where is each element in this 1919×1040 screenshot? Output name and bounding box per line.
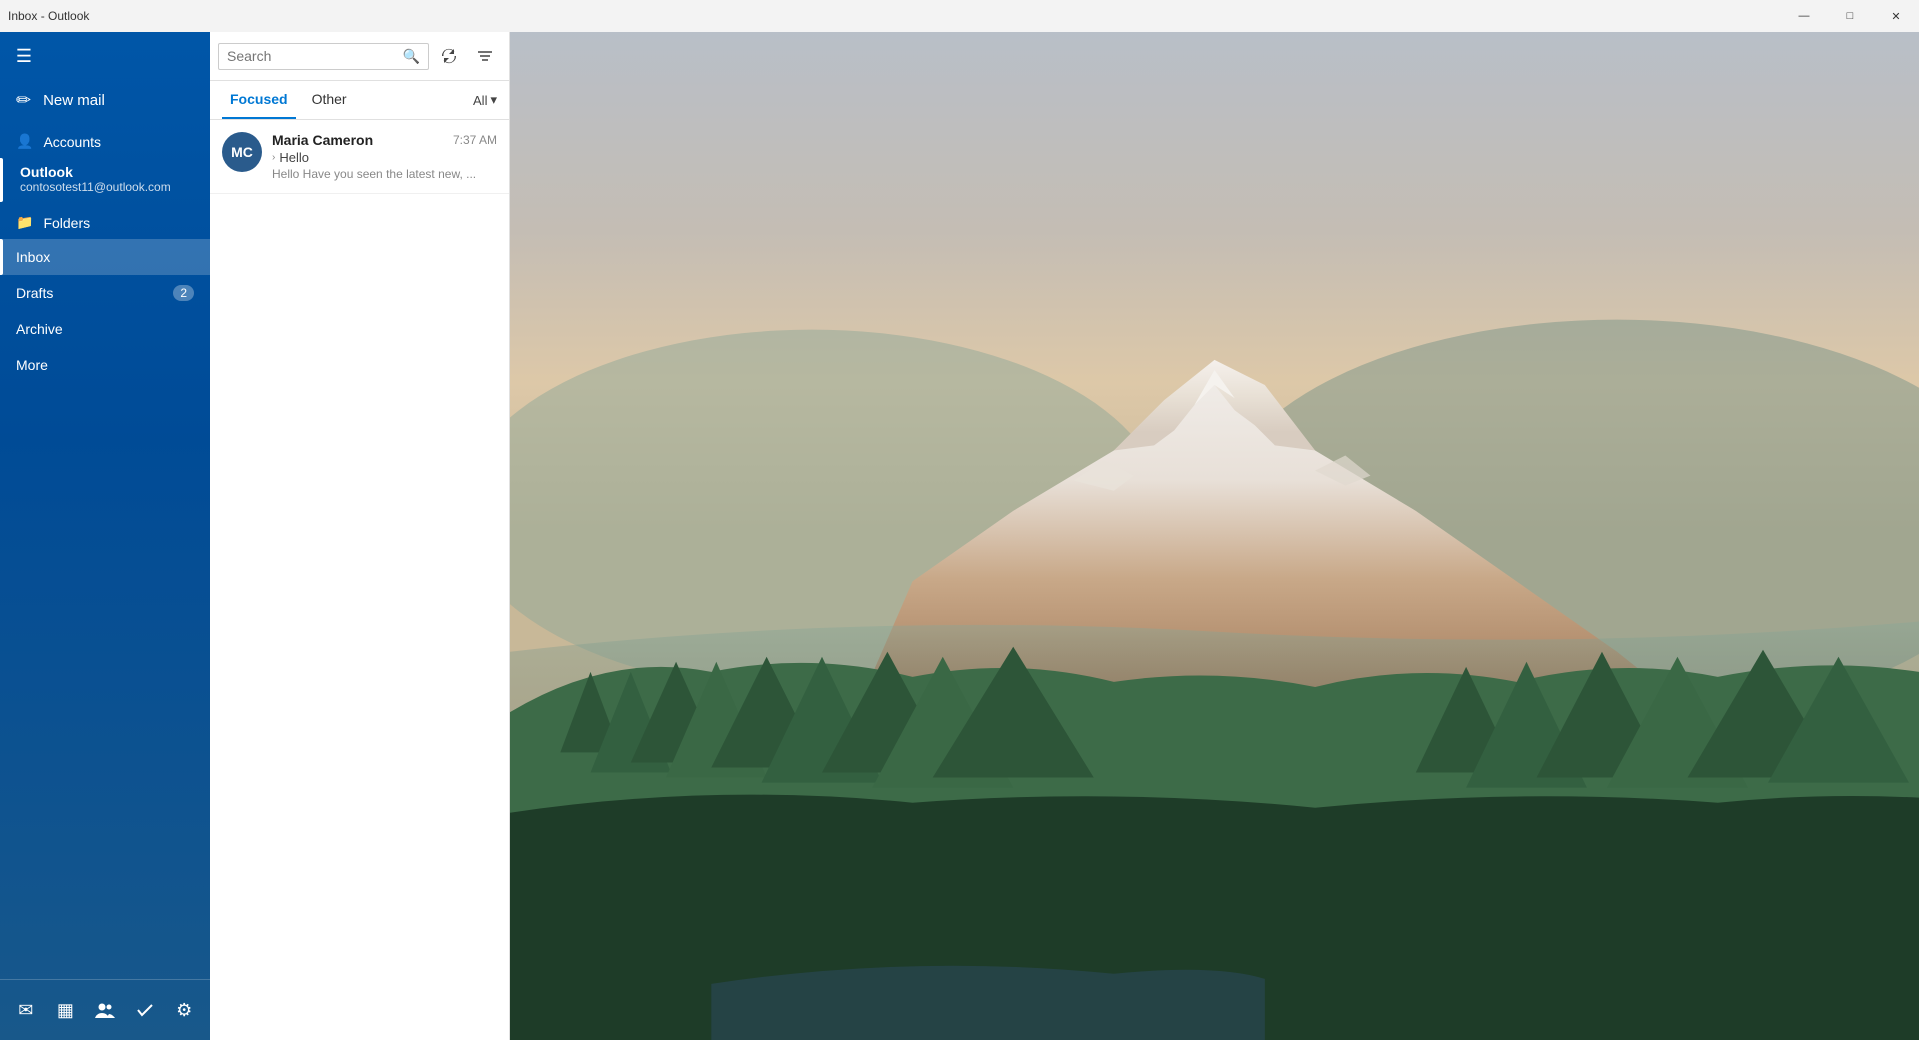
archive-label: Archive — [16, 321, 194, 337]
drafts-label: Drafts — [16, 285, 173, 301]
drafts-badge: 2 — [173, 285, 194, 301]
sidebar: ☰ ✏ New mail 👤 Accounts Outlook contosot… — [0, 32, 210, 1040]
mail-item[interactable]: MC Maria Cameron 7:37 AM › Hello Hello H… — [210, 120, 509, 194]
mail-content: Maria Cameron 7:37 AM › Hello Hello Have… — [272, 132, 497, 181]
filter-button[interactable] — [469, 40, 501, 72]
mail-preview: Hello Have you seen the latest new, ... — [272, 167, 497, 181]
title-bar-controls: — □ ✕ — [1781, 0, 1919, 32]
inbox-label: Inbox — [16, 249, 194, 265]
title-bar: Inbox - Outlook — □ ✕ — [0, 0, 1919, 32]
account-email: contosotest11@outlook.com — [20, 180, 194, 194]
accounts-label: Accounts — [43, 134, 101, 150]
folder-drafts[interactable]: Drafts 2 — [0, 275, 210, 311]
tabs-row: Focused Other All ▾ — [210, 81, 509, 120]
chevron-down-icon: ▾ — [490, 92, 497, 108]
hamburger-icon: ☰ — [16, 46, 32, 67]
sidebar-bottom-nav: ✉ ▦ ⚙ — [0, 979, 210, 1040]
mail-list-panel: 🔍 Focused — [210, 32, 510, 1040]
accounts-icon: 👤 — [16, 133, 33, 150]
folder-inbox[interactable]: Inbox — [0, 239, 210, 275]
mail-nav-icon[interactable]: ✉ — [8, 990, 44, 1030]
app-body: ☰ ✏ New mail 👤 Accounts Outlook contosot… — [0, 32, 1919, 1040]
active-account-indicator — [0, 158, 3, 202]
folders-icon: 📁 — [16, 214, 33, 231]
account-item[interactable]: Outlook contosotest11@outlook.com — [0, 158, 210, 202]
title-bar-text: Inbox - Outlook — [8, 9, 89, 23]
settings-nav-icon[interactable]: ⚙ — [166, 990, 202, 1030]
accounts-section-header: 👤 Accounts — [0, 121, 210, 158]
folders-label: Folders — [43, 215, 90, 231]
sidebar-content: ☰ ✏ New mail 👤 Accounts Outlook contosot… — [0, 32, 210, 1040]
folder-more[interactable]: More — [0, 347, 210, 383]
sync-button[interactable] — [433, 40, 465, 72]
content-area — [510, 32, 1919, 1040]
tab-focused[interactable]: Focused — [222, 81, 296, 119]
restore-button[interactable]: □ — [1827, 0, 1873, 32]
search-input-wrap[interactable]: 🔍 — [218, 43, 429, 70]
search-input[interactable] — [227, 48, 397, 64]
more-label: More — [16, 357, 194, 373]
mail-list: MC Maria Cameron 7:37 AM › Hello Hello H… — [210, 120, 509, 1040]
todo-nav-icon[interactable] — [127, 990, 163, 1030]
folder-archive[interactable]: Archive — [0, 311, 210, 347]
mail-thread-icon: › — [272, 152, 275, 163]
new-mail-label: New mail — [43, 92, 105, 109]
minimize-button[interactable]: — — [1781, 0, 1827, 32]
account-name: Outlook — [20, 164, 194, 180]
mail-subject-row: › Hello — [272, 150, 497, 165]
people-nav-icon[interactable] — [87, 990, 123, 1030]
folders-section-header: 📁 Folders — [0, 202, 210, 239]
mail-time: 7:37 AM — [453, 133, 497, 147]
new-mail-button[interactable]: ✏ New mail — [0, 80, 210, 121]
all-filter-label: All — [473, 93, 487, 108]
avatar: MC — [222, 132, 262, 172]
mail-header-row: Maria Cameron 7:37 AM — [272, 132, 497, 148]
tab-other[interactable]: Other — [304, 81, 355, 119]
new-mail-icon: ✏ — [16, 90, 31, 111]
search-bar: 🔍 — [210, 32, 509, 81]
search-icon: 🔍 — [403, 48, 420, 65]
mail-subject: Hello — [279, 150, 309, 165]
mail-sender: Maria Cameron — [272, 132, 373, 148]
calendar-nav-icon[interactable]: ▦ — [48, 990, 84, 1030]
close-button[interactable]: ✕ — [1873, 0, 1919, 32]
mountain-background — [510, 32, 1919, 1040]
hamburger-button[interactable]: ☰ — [0, 32, 48, 80]
inbox-active-bar — [0, 239, 3, 275]
all-filter-dropdown[interactable]: All ▾ — [473, 92, 497, 108]
